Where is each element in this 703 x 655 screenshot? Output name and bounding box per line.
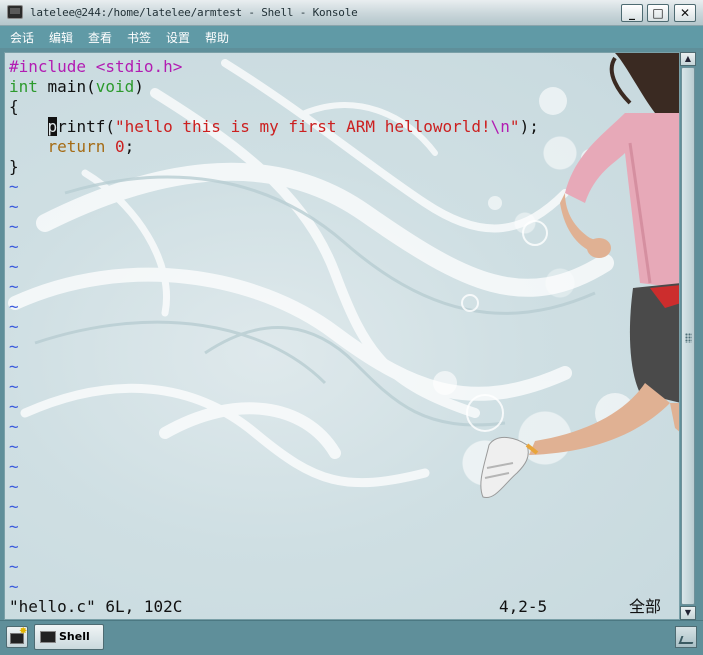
code-line[interactable]: } bbox=[9, 157, 539, 177]
tab-label: Shell bbox=[59, 630, 90, 643]
empty-line-marker: ~ bbox=[9, 417, 19, 436]
empty-line-marker: ~ bbox=[9, 337, 19, 356]
vim-status-line: "hello.c" 6L, 102C 4,2-5 全部 bbox=[9, 597, 677, 617]
grip-icon bbox=[685, 333, 692, 343]
status-scroll-percent: 全部 bbox=[629, 597, 662, 616]
code-token: " bbox=[509, 117, 520, 136]
empty-line-marker: ~ bbox=[9, 177, 19, 196]
code-token: } bbox=[9, 157, 19, 176]
menu-settings[interactable]: 设置 bbox=[166, 29, 190, 46]
empty-line-marker: ~ bbox=[9, 457, 19, 476]
code-token: return bbox=[47, 137, 106, 156]
empty-line-marker: ~ bbox=[9, 497, 19, 516]
empty-line-marker: ~ bbox=[9, 577, 19, 596]
code-token: 0 bbox=[114, 137, 125, 156]
menu-help[interactable]: 帮助 bbox=[205, 29, 229, 46]
empty-line-marker: ~ bbox=[9, 537, 19, 556]
title-bar[interactable]: latelee@244:/home/latelee/armtest - Shel… bbox=[0, 0, 703, 26]
menu-view[interactable]: 查看 bbox=[88, 29, 112, 46]
menu-bar: 会话 编辑 查看 书签 设置 帮助 bbox=[0, 26, 703, 48]
close-button[interactable]: ✕ bbox=[674, 4, 696, 22]
empty-line-marker: ~ bbox=[9, 517, 19, 536]
empty-line-marker: ~ bbox=[9, 217, 19, 236]
new-session-button[interactable]: ✸ bbox=[6, 626, 28, 648]
empty-line-marker: ~ bbox=[9, 397, 19, 416]
code-token: \n bbox=[490, 117, 510, 136]
resize-icon[interactable] bbox=[675, 626, 697, 648]
maximize-button[interactable]: □ bbox=[647, 4, 669, 22]
code-line[interactable]: #include <stdio.h> bbox=[9, 57, 539, 77]
scroll-thumb[interactable] bbox=[681, 67, 695, 605]
empty-line-marker: ~ bbox=[9, 317, 19, 336]
minimize-button[interactable]: _ bbox=[621, 4, 643, 22]
terminal-tab-icon bbox=[40, 631, 56, 643]
empty-line-marker: ~ bbox=[9, 197, 19, 216]
status-file-info: "hello.c" 6L, 102C bbox=[9, 597, 183, 616]
code-line[interactable]: { bbox=[9, 97, 539, 117]
menu-bookmarks[interactable]: 书签 bbox=[127, 29, 151, 46]
terminal-view[interactable]: #include <stdio.h> int main(void){ printf… bbox=[4, 52, 680, 620]
code-token: int bbox=[9, 77, 38, 96]
text-cursor: p bbox=[47, 117, 58, 136]
code-token: ) bbox=[134, 77, 144, 96]
empty-line-marker: ~ bbox=[9, 437, 19, 456]
empty-line-marker: ~ bbox=[9, 557, 19, 576]
code-token: { bbox=[9, 97, 19, 116]
menu-session[interactable]: 会话 bbox=[10, 29, 34, 46]
status-cursor-position: 4,2-5 bbox=[499, 597, 548, 616]
code-token: #include <stdio.h> bbox=[9, 57, 183, 76]
empty-line-marker: ~ bbox=[9, 257, 19, 276]
empty-line-marker: ~ bbox=[9, 237, 19, 256]
empty-line-marker: ~ bbox=[9, 377, 19, 396]
scroll-down-icon[interactable]: ▼ bbox=[680, 606, 696, 620]
empty-line-marker: ~ bbox=[9, 477, 19, 496]
window-title: latelee@244:/home/latelee/armtest - Shel… bbox=[30, 6, 358, 19]
empty-line-marker: ~ bbox=[9, 357, 19, 376]
code-token: void bbox=[95, 77, 135, 96]
konsole-icon[interactable] bbox=[7, 5, 23, 19]
empty-line-marker: ~ bbox=[9, 297, 19, 316]
menu-edit[interactable]: 编辑 bbox=[49, 29, 73, 46]
code-token: rintf( bbox=[57, 117, 115, 136]
empty-line-marker: ~ bbox=[9, 277, 19, 296]
tab-shell[interactable]: Shell bbox=[34, 624, 104, 650]
code-token: main( bbox=[37, 77, 96, 96]
vertical-scrollbar[interactable]: ▲ ▼ bbox=[680, 52, 696, 620]
session-tab-bar: ✸ Shell bbox=[0, 620, 703, 655]
code-token: ); bbox=[519, 117, 539, 136]
code-token: ; bbox=[124, 137, 135, 156]
code-line[interactable]: int main(void) bbox=[9, 77, 539, 97]
scroll-up-icon[interactable]: ▲ bbox=[680, 52, 696, 66]
code-editor[interactable]: #include <stdio.h> int main(void){ printf… bbox=[9, 57, 539, 597]
code-line[interactable]: return 0; bbox=[9, 137, 539, 157]
code-line[interactable]: printf("hello this is my first ARM hello… bbox=[9, 117, 539, 137]
code-token: "hello this is my first ARM helloworld! bbox=[114, 117, 491, 136]
